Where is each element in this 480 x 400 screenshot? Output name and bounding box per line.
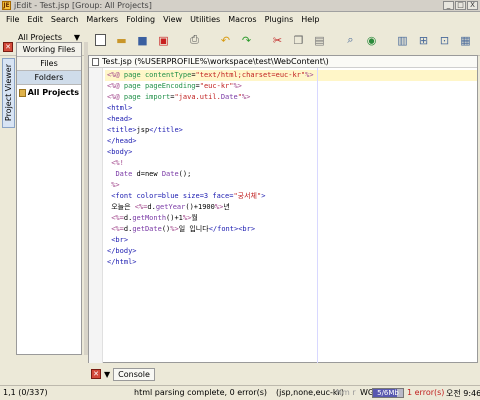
undo-icon[interactable]: ↶ <box>217 31 234 49</box>
menu-edit[interactable]: Edit <box>23 15 47 24</box>
cut-icon[interactable]: ✂ <box>269 31 286 49</box>
memory-status[interactable]: 5/6Mb <box>372 388 404 398</box>
tab-working-files[interactable]: Working Files <box>17 43 81 57</box>
code-line[interactable]: </body> <box>107 246 314 257</box>
wrap-guide <box>317 68 318 363</box>
code-line[interactable]: <%@ page pageEncoding="euc-kr"%> <box>107 81 314 92</box>
console-button[interactable]: Console <box>113 367 155 381</box>
buffer-mode[interactable]: (jsp,none,euc-kr) <box>276 388 344 397</box>
status-message: html parsing complete, 0 error(s) <box>134 388 267 397</box>
code-line[interactable]: </html> <box>107 257 314 268</box>
copy-icon[interactable]: ❐ <box>290 31 307 49</box>
project-viewer-label: Project Viewer <box>4 64 13 122</box>
jedit-app-icon: JE <box>2 1 11 10</box>
menu-folding[interactable]: Folding <box>122 15 159 24</box>
maximize-button[interactable]: □ <box>455 1 466 10</box>
folder-icon <box>19 88 26 97</box>
menu-markers[interactable]: Markers <box>82 15 122 24</box>
code-line[interactable]: </head> <box>107 136 314 147</box>
unsplit-icon[interactable]: ⊡ <box>436 31 453 49</box>
menu-macros[interactable]: Macros <box>224 15 260 24</box>
minimize-button[interactable]: _ <box>443 1 454 10</box>
redo-icon[interactable]: ↷ <box>238 31 255 49</box>
code-line[interactable]: <%=d.getMonth()+1%>월 <box>107 213 314 224</box>
code-line[interactable]: <html> <box>107 103 314 114</box>
code-line[interactable]: <head> <box>107 114 314 125</box>
code-line[interactable]: <title>jsp</title> <box>107 125 314 136</box>
editor-pane: Test.jsp (%USERPROFILE%\workspace\test\W… <box>88 55 478 363</box>
status-bar: 1,1 (0/337) html parsing complete, 0 err… <box>0 385 480 400</box>
print-icon[interactable]: ⎙ <box>186 31 203 49</box>
clock: 오전 9:46 <box>446 389 480 398</box>
code-line[interactable]: <font color=blue size=3 face="궁서체"> <box>107 191 314 202</box>
tree-item-all-projects[interactable]: All Projects <box>17 85 81 100</box>
open-folder-icon[interactable]: ▬ <box>113 31 130 49</box>
split-vertical-icon[interactable]: ▥ <box>394 31 411 49</box>
code-line[interactable]: <%! <box>107 158 314 169</box>
code-line[interactable]: <%@ page contentType="text/html;charset=… <box>107 70 314 81</box>
find-in-files-icon[interactable]: ◉ <box>363 31 380 49</box>
global-options-icon[interactable]: ▦ <box>457 31 474 49</box>
menu-plugins[interactable]: Plugins <box>261 15 298 24</box>
close-dock-icon[interactable]: ✕ <box>91 369 101 379</box>
close-button[interactable]: X <box>467 1 478 10</box>
menu-search[interactable]: Search <box>47 15 82 24</box>
code-line[interactable]: <%=d.getDate()%>일 입니다</font><br> <box>107 224 314 235</box>
code-line[interactable]: <br> <box>107 235 314 246</box>
buffer-title: Test.jsp (%USERPROFILE%\workspace\test\W… <box>102 57 329 66</box>
paste-icon[interactable]: ▤ <box>311 31 328 49</box>
caret-position[interactable]: 1,1 (0/337) <box>3 388 48 397</box>
buffer-title-bar: Test.jsp (%USERPROFILE%\workspace\test\W… <box>89 56 477 68</box>
code-line[interactable]: 오늘은 <%=d.getYear()+1900%>년 <box>107 202 314 213</box>
bottom-dock: ✕ ▼ Console <box>88 365 478 383</box>
close-panel-icon[interactable]: ✕ <box>3 42 13 52</box>
new-file-icon[interactable] <box>92 31 109 49</box>
code-line[interactable]: Date d=new Date(); <box>107 169 314 180</box>
project-panel: Working Files Files Folders All Projects <box>16 42 82 355</box>
tab-files[interactable]: Files <box>17 57 81 71</box>
menu-view[interactable]: View <box>159 15 186 24</box>
tab-project-viewer[interactable]: Project Viewer <box>2 58 15 128</box>
code-line[interactable]: <%@ page import="java.util.Date"%> <box>107 92 314 103</box>
save-icon[interactable]: ■ <box>134 31 151 49</box>
tree-item-label: All Projects <box>27 88 79 97</box>
find-icon[interactable]: ⌕ <box>342 31 359 49</box>
code-line[interactable]: <body> <box>107 147 314 158</box>
close-buffer-icon[interactable]: ▣ <box>155 31 172 49</box>
document-icon <box>92 57 99 66</box>
project-selector-value: All Projects <box>18 32 62 42</box>
text-area[interactable]: <%@ page contentType="text/html;charset=… <box>105 68 477 363</box>
gutter[interactable] <box>89 68 103 363</box>
menu-bar: File Edit Search Markers Folding View Ut… <box>0 12 480 26</box>
buffer-flags[interactable]: Nm r <box>336 388 356 397</box>
menu-file[interactable]: File <box>2 15 23 24</box>
memory-value: 5/6Mb <box>377 389 399 397</box>
menu-help[interactable]: Help <box>297 15 323 24</box>
chevron-down-icon: ▼ <box>73 32 80 42</box>
menu-utilities[interactable]: Utilities <box>186 15 224 24</box>
dock-menu-icon[interactable]: ▼ <box>104 370 110 379</box>
split-horizontal-icon[interactable]: ⊞ <box>415 31 432 49</box>
window-title: jEdit - Test.jsp [Group: All Projects] <box>14 1 152 10</box>
error-count[interactable]: 1 error(s) <box>407 388 444 397</box>
code-line[interactable]: %> <box>107 180 314 191</box>
title-bar: JE jEdit - Test.jsp [Group: All Projects… <box>0 0 480 12</box>
code-content[interactable]: <%@ page contentType="text/html;charset=… <box>107 70 314 268</box>
tab-folders[interactable]: Folders <box>17 71 81 85</box>
